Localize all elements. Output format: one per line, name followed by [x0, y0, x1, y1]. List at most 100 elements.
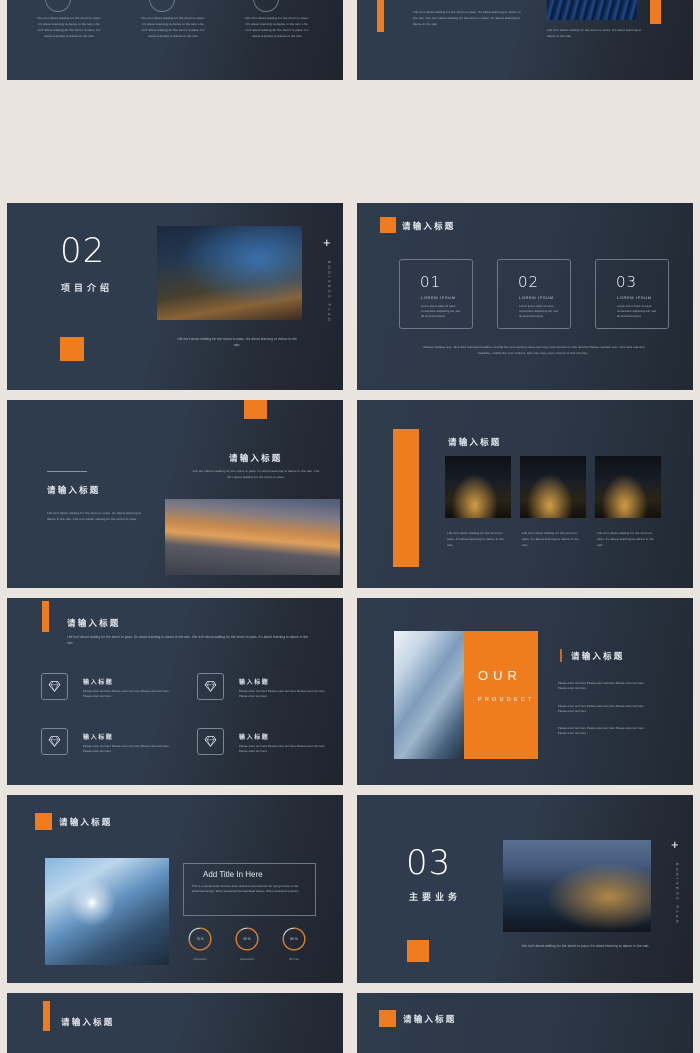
- slide06-photo-1: [445, 456, 511, 518]
- slide05-photo: [165, 499, 340, 575]
- slide-07[interactable]: 请输入标题 Life isn't about waiting for the s…: [7, 597, 343, 785]
- slide09-ring-1: 75 %: [187, 926, 213, 952]
- slide08-photo: [394, 630, 464, 759]
- feature-title-3: 输入标题: [83, 734, 114, 741]
- slide09-ring-value-1: 75 %: [196, 937, 204, 941]
- slide04-card-label-3: LOREM IPSUM: [617, 294, 652, 300]
- slide05-title-right: 请输入标题: [229, 453, 283, 463]
- slide-04[interactable]: 请输入标题 01 LOREM IPSUM Lorem ipsum dolor s…: [357, 202, 693, 390]
- slide12-title: 请输入标题: [403, 1013, 457, 1024]
- diamond-icon: [48, 680, 61, 692]
- slide-05[interactable]: 请输入标题 Life isn't about waiting for the s…: [7, 400, 343, 588]
- slide-cell-04[interactable]: 请输入标题 01 LOREM IPSUM Lorem ipsum dolor s…: [350, 198, 700, 396]
- slide-cell-03[interactable]: 02 项目介绍 Life isn't about waiting for the…: [0, 198, 350, 396]
- slide03-caption: Life isn't about waiting for the storm t…: [176, 336, 298, 347]
- slide06-text-1: Life isn't about waiting for the storm t…: [447, 531, 504, 548]
- slide02-photo: [547, 0, 637, 20]
- slide06-text-2: Life isn't about waiting for the storm t…: [522, 531, 579, 548]
- slide10-title: 主要业务: [409, 892, 462, 902]
- accent-bar-left: [377, 0, 384, 32]
- slide-cell-08[interactable]: OUR PROUDECT 请输入标题 Please enter text her…: [350, 593, 700, 791]
- slide04-card-number-3: 03: [616, 272, 638, 291]
- slide03-photo: [157, 225, 302, 320]
- slide04-card-1[interactable]: 01 LOREM IPSUM Lorem ipsum dolor sit ame…: [399, 258, 473, 329]
- slide04-card-number-1: 01: [420, 272, 442, 291]
- feature-icon-box-1[interactable]: [41, 672, 68, 700]
- slide-cell-12[interactable]: 请输入标题: [350, 988, 700, 1053]
- slide-cell-02[interactable]: Life isn't about waiting for the storm t…: [350, 0, 700, 198]
- feature-icon-box-2[interactable]: [197, 672, 224, 700]
- slide-cell-09[interactable]: 请输入标题 Add Title In Here This is a sample…: [0, 790, 350, 988]
- slide01-col-text-3: Life isn't about waiting for the storm t…: [244, 16, 310, 39]
- slide-cell-06[interactable]: 请输入标题 Life isn't about waiting for the s…: [350, 395, 700, 593]
- slide04-card-text-3: Lorem ipsum dolor sit amet consectetur a…: [617, 304, 657, 319]
- slide04-title: 请输入标题: [402, 220, 456, 231]
- slide08-paragraph-3: Please enter text here Please enter text…: [558, 726, 644, 735]
- feature-text-1: Please enter text here Please enter text…: [83, 689, 169, 698]
- slide-cell-05[interactable]: 请输入标题 Life isn't about waiting for the s…: [0, 395, 350, 593]
- slide-cell-10[interactable]: 03 主要业务 Life isn't about waiting for the…: [350, 790, 700, 988]
- feature-title-4: 输入标题: [239, 734, 270, 741]
- slide-02[interactable]: Life isn't about waiting for the storm t…: [357, 0, 693, 80]
- slide11-title: 请输入标题: [61, 1016, 115, 1027]
- feature-text-3: Please enter text here Please enter text…: [83, 744, 169, 753]
- slide08-badge-line1: OUR: [478, 667, 522, 683]
- slide-03[interactable]: 02 项目介绍 Life isn't about waiting for the…: [7, 202, 343, 390]
- slide06-title: 请输入标题: [448, 437, 502, 447]
- accent-bar: [43, 1000, 50, 1031]
- feature-title-1: 输入标题: [83, 679, 114, 686]
- plus-icon: +: [323, 234, 331, 250]
- feature-text-4: Please enter text here Please enter text…: [239, 744, 325, 753]
- feature-title-2: 输入标题: [239, 679, 270, 686]
- slide-cell-01[interactable]: Life isn't about waiting for the storm t…: [0, 0, 350, 198]
- slide-08[interactable]: OUR PROUDECT 请输入标题 Please enter text her…: [357, 597, 693, 785]
- slide08-title: 请输入标题: [571, 650, 625, 661]
- slide09-ring-value-2: 90 %: [243, 937, 251, 941]
- slide04-card-3[interactable]: 03 LOREM IPSUM Lorem ipsum dolor sit ame…: [595, 258, 669, 329]
- diamond-icon: [204, 735, 217, 747]
- slide-06[interactable]: 请输入标题 Life isn't about waiting for the s…: [357, 400, 693, 588]
- circle-outline-1: [45, 0, 71, 12]
- slide-11[interactable]: 请输入标题 标题文本 Lorem ipsum dolor sit amet, c…: [7, 992, 343, 1053]
- slide09-card[interactable]: Add Title In Here This is a sample lette…: [183, 863, 316, 916]
- slide06-text-3: Life isn't about waiting for the storm t…: [597, 531, 654, 548]
- title-accent-square: [380, 216, 396, 233]
- slide09-title: 请输入标题: [59, 817, 113, 827]
- plus-icon: +: [671, 837, 679, 852]
- slide03-vertical-label: BUNISESS PLAN: [327, 260, 331, 323]
- slide-10[interactable]: 03 主要业务 Life isn't about waiting for the…: [357, 795, 693, 983]
- slide10-photo: [503, 840, 651, 932]
- accent-square: [407, 940, 429, 962]
- slide04-card-text-1: Lorem ipsum dolor sit amet consectetur a…: [421, 304, 461, 319]
- slide09-ring-3: 80 %: [281, 926, 307, 952]
- slide-cell-11[interactable]: 请输入标题 标题文本 Lorem ipsum dolor sit amet, c…: [0, 988, 350, 1053]
- slide-cell-07[interactable]: 请输入标题 Life isn't about waiting for the s…: [0, 593, 350, 791]
- slide-thumbnail-grid: Life isn't about waiting for the storm t…: [0, 0, 700, 1053]
- slide09-ring-2: 90 %: [234, 926, 260, 952]
- slide04-card-label-2: LOREM IPSUM: [519, 294, 554, 300]
- slide09-ring-label-2: powerpoint: [239, 957, 255, 961]
- diamond-icon: [204, 680, 217, 692]
- slide06-photo-3: [595, 456, 661, 518]
- slide04-card-2[interactable]: 02 LOREM IPSUM Lorem ipsum dolor sit ame…: [497, 258, 571, 329]
- slide07-intro: Life isn't about waiting for the storm t…: [67, 634, 309, 645]
- accent-square: [60, 336, 84, 361]
- slide05-divider: [47, 471, 87, 472]
- slide08-paragraph-1: Please enter text here Please enter text…: [558, 681, 644, 690]
- slide-12[interactable]: 请输入标题: [357, 992, 693, 1053]
- slide09-card-text: This is a sample letter that has been pl…: [192, 885, 299, 894]
- slide-01[interactable]: Life isn't about waiting for the storm t…: [7, 0, 343, 80]
- slide05-text-right: Life isn't about waiting for the storm t…: [192, 469, 320, 480]
- slide03-number: 02: [60, 230, 106, 271]
- accent-bar: [393, 429, 419, 567]
- slide09-ring-label-1: photoshop: [193, 957, 207, 961]
- feature-icon-box-4[interactable]: [197, 727, 224, 755]
- slide05-title-left: 请输入标题: [47, 485, 101, 495]
- slide07-title: 请输入标题: [67, 617, 121, 628]
- accent-bar: [42, 600, 49, 632]
- slide06-photo-2: [520, 456, 586, 518]
- feature-icon-box-3[interactable]: [41, 727, 68, 755]
- slide-09[interactable]: 请输入标题 Add Title In Here This is a sample…: [7, 795, 343, 983]
- slide02-right-text: Life isn't about waiting for the storm t…: [547, 28, 642, 39]
- circle-outline-2: [149, 0, 175, 12]
